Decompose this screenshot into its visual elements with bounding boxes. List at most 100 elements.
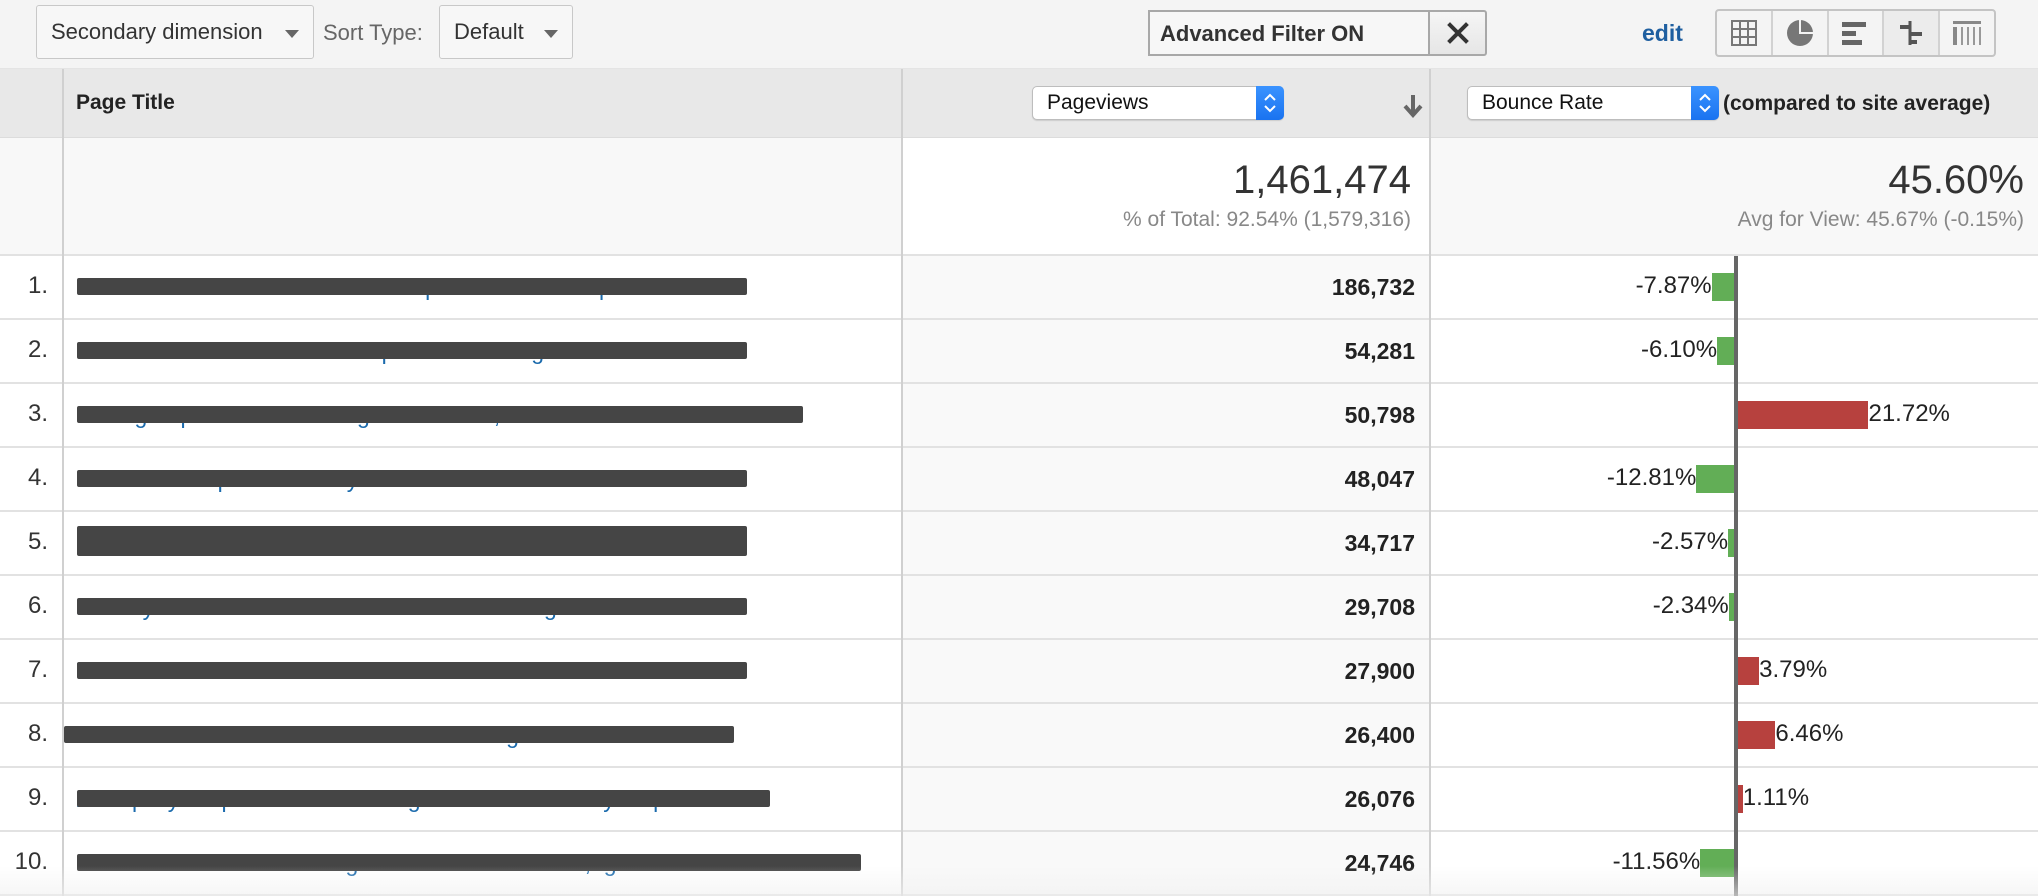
table-row: 9.A Step-By-Step Guide To Building Custo… <box>0 768 2038 832</box>
bounce-delta-label: 21.72% <box>1868 400 1950 427</box>
data-table-view-button[interactable] <box>1717 11 1773 55</box>
redaction-bar <box>77 470 747 487</box>
redaction-bar <box>77 406 803 423</box>
table-body: 1.How To Create A Useful Value Propositi… <box>0 256 2038 896</box>
pageviews-value: 50,798 <box>1344 402 1415 428</box>
close-icon <box>1446 22 1469 44</box>
pageviews-value: 24,746 <box>1344 850 1415 876</box>
sort-type-dropdown[interactable]: Default <box>439 5 573 59</box>
arrow-down-icon[interactable] <box>1402 94 1424 123</box>
clear-filter-button[interactable] <box>1428 10 1487 56</box>
summary-title-cell <box>0 138 902 254</box>
select-stepper-icon <box>1256 86 1284 120</box>
pageviews-value: 54,281 <box>1344 338 1415 364</box>
bounce-bar-positive <box>1736 657 1760 685</box>
pageviews-total-note: % of Total: 92.54% (1,579,316) <box>1123 208 1411 231</box>
bounce-bar-negative <box>1700 849 1736 877</box>
pageviews-total: 1,461,474 <box>1233 158 1411 202</box>
pageviews-value: 34,717 <box>1344 530 1415 556</box>
primary-metric-value: Pageviews <box>1047 91 1149 114</box>
advanced-filter-field[interactable]: Advanced Filter ON <box>1148 10 1432 56</box>
summary-row: 1,461,474 % of Total: 92.54% (1,579,316)… <box>0 138 2038 256</box>
pageviews-value: 29,708 <box>1344 594 1415 620</box>
column-divider <box>62 69 64 896</box>
bounce-rate-total: 45.60% <box>1888 158 2024 202</box>
chevron-down-icon <box>544 30 558 38</box>
table-row: 7.Which Color Converts The Best?27,9003.… <box>0 640 2038 704</box>
percentage-view-button[interactable] <box>1773 11 1829 55</box>
bounce-bar-negative <box>1711 273 1736 301</box>
pivot-icon <box>1953 21 1982 45</box>
primary-metric-select[interactable]: Pageviews <box>1032 86 1284 120</box>
row-rank: 7. <box>27 656 48 683</box>
secondary-dimension-label: Secondary dimension <box>51 19 263 44</box>
sort-type-label: Sort Type: <box>323 20 423 45</box>
bounce-bar-positive <box>1736 401 1869 429</box>
comparison-view-button[interactable] <box>1884 11 1941 55</box>
row-rank: 9. <box>27 784 48 811</box>
row-rank: 8. <box>27 720 48 747</box>
pageviews-value: 26,076 <box>1344 786 1415 812</box>
bounce-bar-negative <box>1696 465 1736 493</box>
row-rank: 6. <box>27 592 48 619</box>
secondary-metric-value: Bounce Rate <box>1482 91 1604 114</box>
table-row: 4.Conversion Optimization by ConversionX… <box>0 448 2038 512</box>
bounce-delta-label: 6.46% <box>1775 720 1844 747</box>
table-row: 5. 34,717 -2.57% <box>0 512 2038 576</box>
bounce-delta-label: -6.10% <box>1641 336 1718 363</box>
redaction-bar <box>64 726 734 743</box>
redaction-bar <box>77 278 747 295</box>
table-row: 1.How To Create A Useful Value Propositi… <box>0 256 2038 320</box>
table-row: 3.Pricing Experiments You Might Not Know… <box>0 384 2038 448</box>
bounce-delta-label: 1.11% <box>1742 784 1810 811</box>
bounce-delta-label: -11.56% <box>1612 848 1701 875</box>
table-row: 2.ConversionXL - Conversion Optimization… <box>0 320 2038 384</box>
grid-icon <box>1730 20 1757 46</box>
report-toolbar: Secondary dimension Sort Type: Default A… <box>0 0 2038 69</box>
redaction-bar <box>77 342 747 359</box>
table-header-row: Page Title Pageviews Bounce Rate (compar… <box>0 69 2038 138</box>
sort-type-value: Default <box>454 19 524 44</box>
bar-chart-icon <box>1842 22 1867 45</box>
performance-view-button[interactable] <box>1829 11 1885 55</box>
bounce-delta-label: -7.87% <box>1635 272 1712 299</box>
redaction-bar <box>77 854 861 871</box>
pivot-view-button[interactable] <box>1940 11 1994 55</box>
pageviews-value: 27,900 <box>1344 658 1415 684</box>
pie-chart-icon <box>1786 20 1813 46</box>
select-stepper-icon <box>1691 86 1719 120</box>
bounce-delta-label: -2.34% <box>1652 592 1729 619</box>
secondary-metric-select[interactable]: Bounce Rate <box>1467 86 1719 120</box>
view-toggle-group <box>1715 9 1996 57</box>
comparison-icon <box>1900 21 1923 45</box>
page-title-column-header[interactable]: Page Title <box>76 91 175 115</box>
row-rank: 3. <box>27 400 48 427</box>
edit-filter-link[interactable]: edit <box>1642 20 1683 47</box>
pageviews-value: 186,732 <box>1331 274 1415 300</box>
redaction-bar <box>77 790 770 807</box>
bounce-bar-positive <box>1736 721 1776 749</box>
redaction-bar <box>77 598 747 615</box>
secondary-dimension-dropdown[interactable]: Secondary dimension <box>36 5 314 59</box>
column-divider <box>1429 69 1431 896</box>
pageviews-value: 26,400 <box>1344 722 1415 748</box>
comparison-axis <box>1734 256 1738 896</box>
row-rank: 4. <box>27 464 48 491</box>
chevron-down-icon <box>285 30 299 38</box>
row-rank: 1. <box>27 272 48 299</box>
row-rank: 10. <box>14 848 48 875</box>
table-row: 6.10 Ways to Increase Your Conversion Ra… <box>0 576 2038 640</box>
redaction-bar <box>77 526 747 556</box>
bounce-delta-label: 3.79% <box>1759 656 1828 683</box>
redaction-bar <box>77 662 747 679</box>
row-rank: 5. <box>27 528 48 555</box>
bounce-rate-note: Avg for View: 45.67% (-0.15%) <box>1737 208 2024 231</box>
bounce-delta-label: -12.81% <box>1606 464 1697 491</box>
table-row: 8.Build It with the user in mind: How To… <box>0 704 2038 768</box>
column-divider <box>901 69 903 896</box>
bounce-delta-label: -2.57% <box>1652 528 1729 555</box>
row-rank: 2. <box>27 336 48 363</box>
table-row: 10.DON'T Use Automatic Image Sliders or … <box>0 832 2038 896</box>
comparison-note: (compared to site average) <box>1723 92 1991 115</box>
pageviews-value: 48,047 <box>1344 466 1415 492</box>
